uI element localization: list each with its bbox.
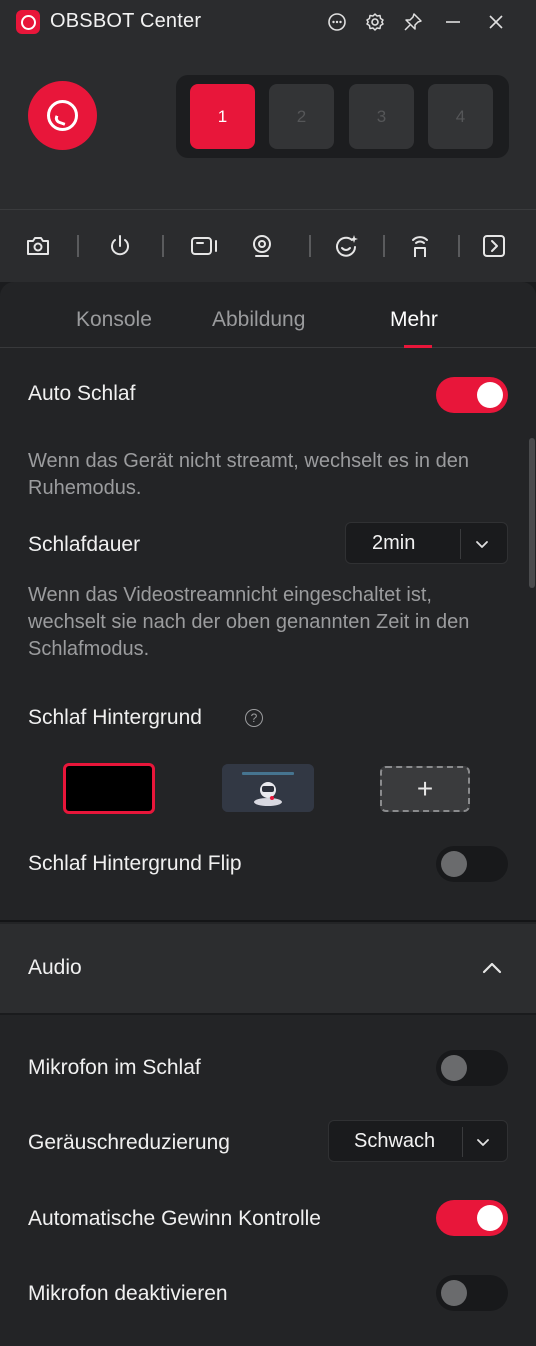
ai-tracking-icon[interactable] (330, 230, 362, 262)
mic-disable-toggle[interactable] (436, 1275, 508, 1311)
device-button-2[interactable]: 2 (269, 84, 334, 149)
tab-bar: Konsole Abbildung Mehr (0, 282, 536, 348)
tab-mehr[interactable]: Mehr (390, 308, 438, 332)
settings-panel: Konsole Abbildung Mehr (0, 282, 536, 1346)
obsbot-brand-icon (28, 81, 97, 150)
sleep-background-image[interactable] (222, 764, 314, 812)
close-icon[interactable] (483, 9, 509, 35)
tab-konsole[interactable]: Konsole (76, 308, 152, 332)
sleep-background-flip-label: Schlaf Hintergrund Flip (28, 852, 242, 875)
mic-sleep-label: Mikrofon im Schlaf (28, 1056, 201, 1079)
toolbar (0, 210, 536, 282)
scrollbar[interactable] (529, 438, 535, 588)
add-background-button[interactable]: + (380, 766, 470, 812)
sleep-duration-label: Schlafdauer (28, 533, 141, 556)
noise-reduction-label: Geräuschreduzierung (28, 1131, 230, 1154)
sleep-background-flip-toggle[interactable] (436, 846, 508, 882)
active-tab-indicator (404, 345, 432, 348)
sleep-duration-value: 2min (372, 532, 416, 554)
pin-icon[interactable] (400, 9, 426, 35)
app-logo-icon (16, 10, 40, 34)
more-icon[interactable] (324, 9, 350, 35)
app-title: OBSBOT Center (50, 10, 202, 32)
help-icon[interactable]: ? (245, 709, 263, 727)
camera-snapshot-icon[interactable] (22, 230, 54, 262)
agc-label: Automatische Gewinn Kontrolle (28, 1207, 321, 1230)
noise-reduction-value: Schwach (354, 1130, 436, 1152)
expand-panel-icon[interactable] (478, 230, 510, 262)
device-button-1[interactable]: 1 (190, 84, 255, 149)
power-icon[interactable] (104, 230, 136, 262)
noise-reduction-select[interactable]: Schwach (328, 1120, 508, 1162)
auto-sleep-label: Auto Schlaf (28, 382, 136, 405)
device-selector: 1 2 3 4 (176, 75, 509, 158)
settings-icon[interactable] (362, 9, 388, 35)
device-button-4[interactable]: 4 (428, 84, 493, 149)
sleep-duration-description: Wenn das Videostreamnicht eingeschaltet … (28, 584, 470, 660)
remote-icon[interactable] (404, 230, 436, 262)
minimize-icon[interactable] (440, 9, 466, 35)
plus-icon: + (416, 773, 434, 804)
mic-sleep-toggle[interactable] (436, 1050, 508, 1086)
sleep-duration-select[interactable]: 2min (345, 522, 508, 564)
chevron-down-icon (473, 1132, 493, 1152)
auto-sleep-toggle[interactable] (436, 377, 508, 413)
chevron-up-icon[interactable] (480, 956, 504, 980)
title-bar: OBSBOT Center (0, 0, 536, 44)
device-button-3[interactable]: 3 (349, 84, 414, 149)
device-header: 1 2 3 4 (0, 44, 536, 210)
mic-disable-label: Mikrofon deaktivieren (28, 1282, 228, 1305)
record-icon[interactable] (188, 230, 220, 262)
sleep-background-black[interactable] (63, 763, 155, 814)
agc-toggle[interactable] (436, 1200, 508, 1236)
sleep-background-label: Schlaf Hintergrund (28, 706, 202, 729)
tab-abbildung[interactable]: Abbildung (212, 308, 305, 332)
webcam-icon[interactable] (246, 230, 278, 262)
chevron-down-icon (472, 534, 492, 554)
auto-sleep-description: Wenn das Gerät nicht streamt, wechselt e… (28, 450, 469, 499)
audio-section-header[interactable]: Audio (0, 924, 536, 1013)
audio-section-label: Audio (28, 956, 82, 979)
